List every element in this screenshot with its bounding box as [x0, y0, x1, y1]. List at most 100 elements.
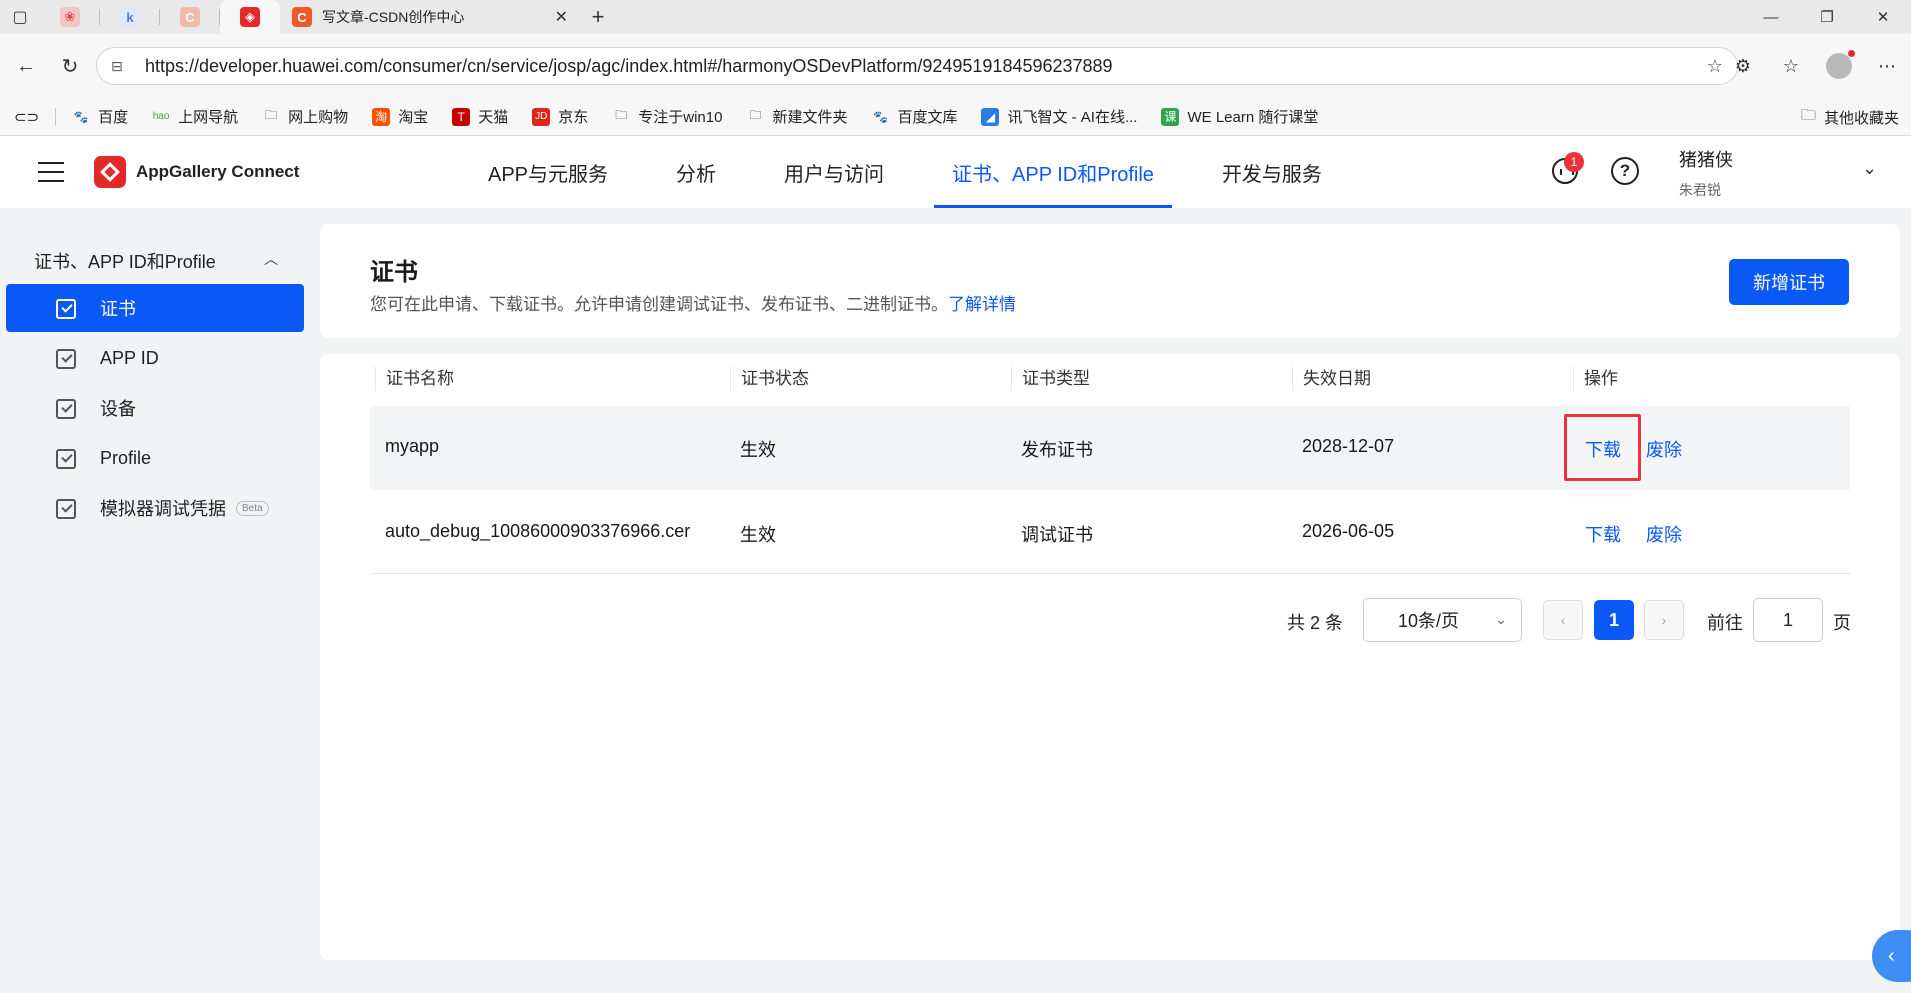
bookmark-jd[interactable]: JD 京东: [520, 98, 600, 136]
folder-icon: 🗀: [265, 108, 278, 122]
revoke-link[interactable]: 废除: [1646, 521, 1682, 547]
taobao-icon: 淘: [372, 107, 391, 126]
hao123-icon: hao: [152, 111, 170, 122]
goto-label: 前往: [1707, 613, 1743, 633]
tab-title: 写文章-CSDN创作中心: [322, 9, 465, 25]
learn-more-link[interactable]: 了解详情: [948, 295, 1016, 314]
bookmark-shopping[interactable]: 🗀 网上购物: [250, 98, 360, 136]
chevron-down-icon[interactable]: ⌄: [1862, 158, 1877, 179]
bookmark-xunfei[interactable]: ◢ 讯飞智文 - AI在线...: [969, 98, 1149, 136]
sidebar-item-label: 设备: [100, 399, 136, 419]
huawei-favicon: ❀: [60, 7, 80, 27]
close-tab-icon[interactable]: ✕: [555, 7, 568, 27]
bookmark-win10[interactable]: 🗀 专注于win10: [600, 98, 734, 136]
bookmark-welearn[interactable]: 课 WE Learn 随行课堂: [1149, 98, 1330, 136]
bookmark-taobao[interactable]: 淘淘宝: [360, 98, 440, 136]
page-number-current[interactable]: 1: [1594, 600, 1634, 640]
goto-page-input[interactable]: [1753, 598, 1823, 642]
close-window-icon[interactable]: ✕: [1855, 0, 1911, 34]
avatar: [1826, 50, 1855, 79]
bookmark-baidu[interactable]: 🐾 百度: [60, 98, 140, 136]
profile-avatar[interactable]: [1815, 46, 1863, 86]
toolbar-right: ⚙ ☆ ⋯: [1719, 34, 1911, 98]
url-text: https://developer.huawei.com/consumer/cn…: [145, 55, 1113, 76]
page-size-value: 10条/页: [1398, 611, 1460, 631]
sidebar-item-devices[interactable]: 设备: [6, 384, 304, 432]
sidebar-item-app-id[interactable]: APP ID: [6, 334, 304, 382]
reading-list-icon[interactable]: ⊂⊃: [0, 98, 51, 136]
sidebar-group-title[interactable]: 证书、APP ID和Profile: [34, 248, 216, 274]
cell-cert-status: 生效: [740, 525, 776, 545]
welearn-icon: 课: [1161, 107, 1180, 126]
browser-tab-2[interactable]: k: [100, 0, 160, 34]
nav-analytics[interactable]: 分析: [658, 136, 734, 208]
nav-dev-services[interactable]: 开发与服务: [1204, 136, 1340, 208]
reload-icon[interactable]: ↻: [48, 46, 92, 86]
folder-icon: 🗀: [749, 108, 762, 122]
extensions-icon[interactable]: ⚙: [1719, 46, 1767, 86]
nav-certificates[interactable]: 证书、APP ID和Profile: [934, 136, 1172, 208]
help-icon[interactable]: ?: [1610, 156, 1640, 186]
favorites-icon[interactable]: ☆: [1767, 46, 1815, 86]
cell-cert-type: 调试证书: [1021, 525, 1093, 545]
certificate-icon: [56, 299, 76, 319]
cell-cert-expiry: 2028-12-07: [1302, 436, 1395, 456]
csdn-favicon: C: [292, 7, 312, 27]
sidebar-item-certificates[interactable]: 证书: [6, 284, 304, 332]
bookmark-tmall[interactable]: T 天猫: [440, 98, 520, 136]
bookmark-baidu-wenku[interactable]: 🐾 百度文库: [859, 98, 969, 136]
folder-icon: 🗀: [1800, 106, 1816, 124]
sidebar-item-label: APP ID: [100, 347, 159, 368]
add-certificate-button[interactable]: 新增证书: [1729, 259, 1849, 305]
baidu-icon: 🐾: [872, 109, 888, 124]
sidebar-item-label: 模拟器调试凭据: [100, 499, 226, 519]
back-icon[interactable]: ←: [4, 46, 48, 86]
agc-logo-icon[interactable]: [94, 156, 126, 188]
bookmark-new-folder[interactable]: 🗀 新建文件夹: [734, 98, 859, 136]
tmall-icon: T: [452, 107, 471, 126]
chevron-down-icon: ⌄: [1495, 611, 1507, 627]
restore-icon[interactable]: ❐: [1799, 0, 1855, 34]
jd-icon: JD: [532, 107, 551, 126]
revoke-link[interactable]: 废除: [1646, 436, 1682, 462]
collapse-panel-button[interactable]: ‹: [1872, 930, 1911, 982]
sidebar-item-profile[interactable]: Profile: [6, 434, 304, 482]
bookmark-other[interactable]: 🗀 其他收藏夹: [1801, 98, 1899, 136]
csdn-favicon: C: [180, 7, 200, 27]
user-account: 朱君锐: [1679, 182, 1721, 198]
download-link[interactable]: 下载: [1585, 521, 1621, 547]
sidebar-item-emulator-credentials[interactable]: 模拟器调试凭据 Beta: [6, 484, 304, 532]
minimize-icon[interactable]: —: [1743, 0, 1799, 34]
browser-tab-agc[interactable]: ◈: [220, 0, 280, 34]
site-info-icon[interactable]: ⊟: [111, 58, 133, 75]
page-size-select[interactable]: 10条/页 ⌄: [1363, 598, 1522, 642]
chevron-up-icon[interactable]: ︿: [264, 249, 278, 269]
browser-tab-3[interactable]: C: [160, 0, 220, 34]
page-description: 您可在此申请、下载证书。允许申请创建调试证书、发布证书、二进制证书。了解详情: [370, 290, 1016, 315]
url-field[interactable]: ⊟ https://developer.huawei.com/consumer/…: [96, 47, 1738, 85]
beta-badge: Beta: [236, 500, 269, 516]
brand-name[interactable]: AppGallery Connect: [136, 162, 299, 182]
bookmarks-divider: [55, 107, 57, 126]
profile-icon: [56, 449, 76, 469]
cell-cert-expiry: 2026-06-05: [1302, 521, 1395, 541]
nav-users-access[interactable]: 用户与访问: [766, 136, 902, 208]
app-header: AppGallery Connect APP与元服务 分析 用户与访问 证书、A…: [0, 136, 1911, 208]
nav-app-services[interactable]: APP与元服务: [470, 136, 626, 208]
bookmark-hao123[interactable]: hao 上网导航: [140, 98, 250, 136]
cell-cert-name: auto_debug_10086000903376966.cer: [385, 521, 691, 541]
browser-tab-csdn[interactable]: C 写文章-CSDN创作中心 ✕: [280, 0, 580, 34]
user-name[interactable]: 猪猪侠: [1679, 146, 1733, 172]
more-menu-icon[interactable]: ⋯: [1863, 46, 1911, 86]
k-favicon: k: [120, 7, 140, 27]
next-page-button[interactable]: ›: [1644, 600, 1684, 640]
address-bar-row: ← ↻ ⊟ https://developer.huawei.com/consu…: [0, 34, 1911, 98]
agc-favicon: ◈: [240, 7, 260, 27]
sidebar-item-label: 证书: [100, 299, 136, 319]
browser-tab-1[interactable]: ❀: [40, 0, 100, 34]
prev-page-button[interactable]: ‹: [1543, 600, 1583, 640]
new-tab-icon[interactable]: +: [580, 4, 616, 30]
page-header-card: [320, 224, 1900, 338]
menu-icon[interactable]: [38, 162, 64, 182]
tab-actions-icon[interactable]: ▢: [0, 0, 40, 34]
